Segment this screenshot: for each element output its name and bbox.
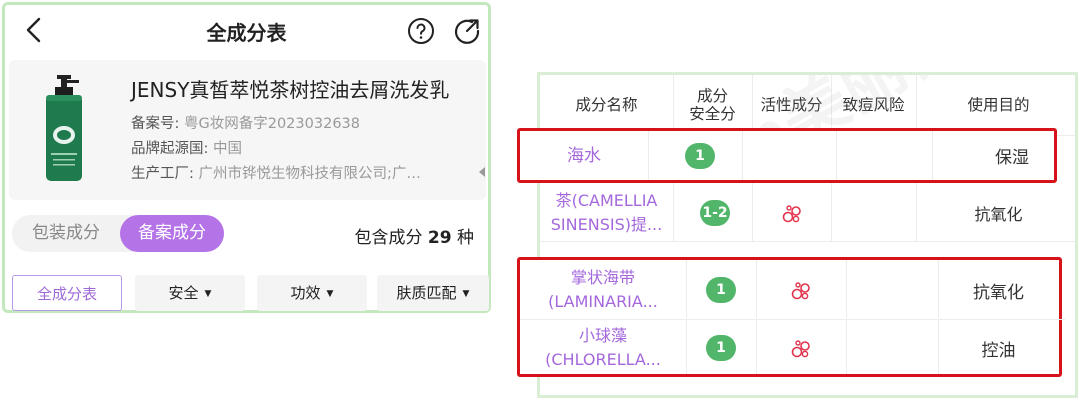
ingredient-name-cell[interactable]: 小球藻 (CHLORELLA...	[520, 321, 686, 375]
origin-country-line: 品牌起源国: 中国	[131, 137, 242, 158]
ingredient-name-line1: 海水	[567, 145, 601, 166]
help-icon[interactable]	[407, 17, 435, 45]
column-divider	[742, 131, 743, 180]
highlight-box-row-sea-water: 海水 1 保湿	[517, 128, 1057, 183]
highlight-box-rows-seaweed-chlorella: 掌状海带 (LAMINARIA... 1 抗氧化 小球藻 (CHLORELLA.…	[517, 257, 1065, 377]
ingredient-name-cell[interactable]: 掌状海带 (LAMINARIA...	[520, 262, 686, 318]
factory-label: 生产工厂:	[131, 166, 194, 182]
ingredient-count-suffix: 种	[457, 228, 474, 248]
product-bottle-image	[46, 75, 82, 181]
origin-country-label: 品牌起源国:	[131, 141, 209, 157]
ingredient-name-line1: 茶(CAMELLIA	[555, 191, 658, 210]
column-divider	[836, 131, 837, 180]
tab-packaging-ingredients[interactable]: 包装成分	[12, 215, 120, 252]
ingredient-count-number: 29	[427, 228, 452, 248]
safety-score-cell: 1	[686, 262, 756, 318]
row-divider	[540, 241, 1075, 242]
safety-score-badge: 1	[706, 277, 736, 303]
origin-country-value: 中国	[213, 141, 242, 157]
factory-line: 生产工厂: 广州市铧悦生物科技有限公司;广州...	[131, 162, 433, 183]
tab-filing-ingredients[interactable]: 备案成分	[120, 215, 224, 252]
purpose-cell: 抗氧化	[974, 205, 1023, 224]
record-number-line: 备案号: 粤G妆网备字2023032638	[131, 112, 360, 133]
filter-effect-label: 功效	[290, 284, 321, 302]
share-icon[interactable]	[453, 17, 481, 45]
molecule-icon	[782, 205, 801, 223]
expand-arrow-icon[interactable]	[479, 167, 485, 177]
column-divider	[846, 320, 847, 374]
filter-effect-dropdown[interactable]: 功效 ▼	[257, 275, 367, 311]
column-divider	[673, 183, 674, 241]
record-number-value: 粤G妆网备字2023032638	[184, 116, 360, 132]
ingredient-count-prefix: 包含成分	[354, 228, 423, 248]
product-card[interactable]: JENSY真皙萃悦茶树控油去屑洗发乳 备案号: 粤G妆网备字2023032638…	[9, 60, 486, 200]
ingredient-list-screen: 全成分表 JENSY真皙萃悦茶树控油去屑洗发乳 备案号: 粤G妆网备字20230…	[2, 2, 491, 313]
ingredient-name-line1: 小球藻	[578, 326, 627, 345]
purpose-cell: 控油	[981, 340, 1016, 361]
filter-skin-label: 肤质匹配	[396, 284, 457, 302]
active-ingredient-cell	[756, 321, 846, 375]
top-nav-bar: 全成分表	[5, 5, 488, 57]
ingredient-count: 包含成分 29 种	[355, 223, 474, 248]
ingredient-source-tabs: 包装成分 备案成分	[12, 215, 224, 252]
product-name: JENSY真皙萃悦茶树控油去屑洗发乳	[131, 78, 450, 102]
ingredient-name-cell[interactable]: 茶(CAMELLIA SINENSIS)提...	[540, 185, 673, 241]
column-divider	[648, 131, 649, 180]
factory-value: 广州市铧悦生物科技有限公司;广州...	[198, 166, 433, 182]
column-divider	[831, 183, 832, 241]
purpose-cell: 保湿	[995, 148, 1029, 168]
column-divider	[846, 260, 847, 318]
header-ingredient-name: 成分名称	[575, 96, 638, 114]
safety-score-badge: 1	[685, 142, 715, 169]
filter-safety-label: 安全	[168, 284, 199, 302]
ingredient-name-line2: (LAMINARIA...	[548, 292, 658, 311]
safety-score-cell: 1	[670, 131, 730, 180]
ingredient-name-line1: 掌状海带	[570, 268, 635, 287]
safety-score-badge: 1	[706, 335, 736, 361]
safety-score-badge: 1-2	[700, 200, 730, 226]
active-ingredient-cell	[752, 185, 831, 241]
filter-skin-match-dropdown[interactable]: 肤质匹配 ▼	[377, 275, 489, 311]
caret-down-icon: ▼	[326, 289, 334, 299]
purpose-cell: 抗氧化	[973, 282, 1024, 303]
caret-down-icon: ▼	[462, 289, 470, 299]
record-number-label: 备案号:	[131, 116, 180, 132]
active-ingredient-cell	[756, 262, 846, 318]
molecule-icon	[791, 340, 810, 358]
caret-down-icon: ▼	[204, 289, 212, 299]
molecule-icon	[791, 282, 810, 300]
ingredient-name-cell[interactable]: 海水	[520, 131, 648, 180]
row-divider	[520, 319, 1065, 320]
ingredient-name-line2: SINENSIS)提...	[550, 215, 663, 234]
safety-score-cell: 1	[686, 321, 756, 375]
filter-all-ingredients[interactable]: 全成分表	[12, 275, 122, 311]
ingredient-name-line2: (CHLORELLA...	[545, 350, 661, 369]
filter-safety-dropdown[interactable]: 安全 ▼	[135, 275, 245, 311]
safety-score-cell: 1-2	[685, 185, 745, 241]
